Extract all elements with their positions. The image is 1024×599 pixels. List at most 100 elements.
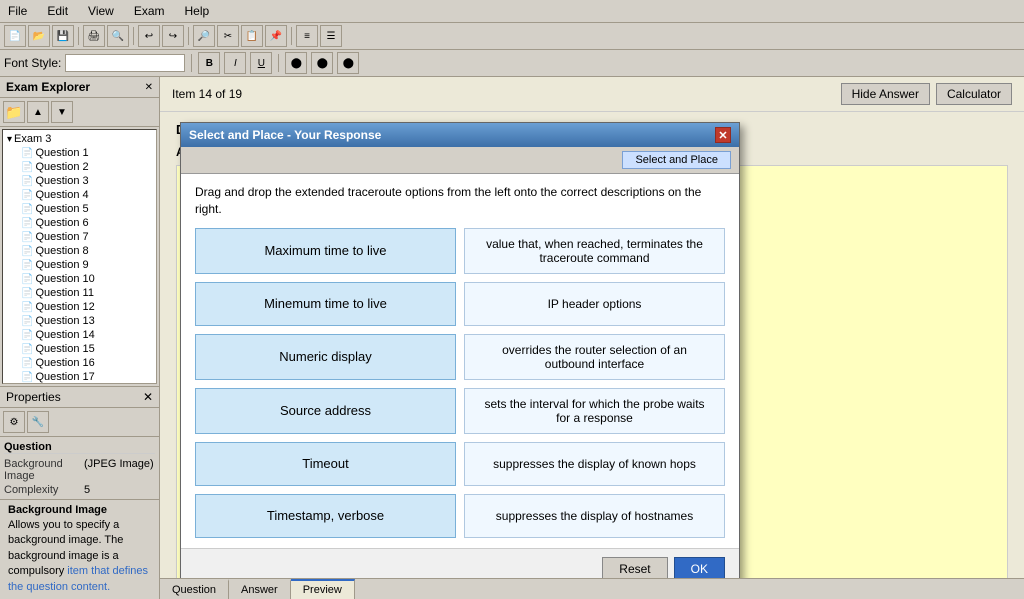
q2-icon: 📄	[21, 162, 33, 173]
menu-file[interactable]: File	[4, 2, 31, 20]
right-item-4[interactable]: suppresses the display of known hops	[464, 442, 725, 486]
tree-q9[interactable]: 📄Question 9	[19, 258, 154, 272]
tree-q2[interactable]: 📄Question 2	[19, 160, 154, 174]
dialog-body: Drag and drop the extended traceroute op…	[181, 174, 739, 548]
tree-q10[interactable]: 📄Question 10	[19, 272, 154, 286]
undo-btn[interactable]: ↩	[138, 25, 160, 47]
tree-q8[interactable]: 📄Question 8	[19, 244, 154, 258]
menu-view[interactable]: View	[84, 2, 118, 20]
calculator-btn[interactable]: Calculator	[936, 83, 1012, 105]
bottom-info-text: Allows you to specify a background image…	[8, 518, 151, 595]
left-item-3[interactable]: Source address	[195, 388, 456, 434]
tree-q17[interactable]: 📄Question 17	[19, 370, 154, 384]
tree-exam3[interactable]: ▾ Exam 3	[5, 132, 154, 146]
tree-q6[interactable]: 📄Question 6	[19, 216, 154, 230]
left-panel: Exam Explorer ✕ 📁 ▲ ▼ ▾ Exam 3 📄Question…	[0, 77, 160, 599]
exam-explorer-toolbar: 📁 ▲ ▼	[0, 98, 159, 127]
tree-q5[interactable]: 📄Question 5	[19, 202, 154, 216]
new-btn[interactable]: 📄	[4, 25, 26, 47]
properties-close[interactable]: ✕	[143, 390, 153, 404]
exam-explorer-close[interactable]: ✕	[145, 82, 153, 93]
tree-q16[interactable]: 📄Question 16	[19, 356, 154, 370]
q4-icon: 📄	[21, 190, 33, 201]
ok-btn[interactable]: OK	[674, 557, 725, 578]
menu-edit[interactable]: Edit	[43, 2, 72, 20]
bg-image-key: Background Image	[4, 458, 84, 482]
align-btn[interactable]: ≡	[296, 25, 318, 47]
dialog-toolbar: Select and Place	[181, 147, 739, 174]
tree-q7[interactable]: 📄Question 7	[19, 230, 154, 244]
right-item-2[interactable]: overrides the router selection of an out…	[464, 334, 725, 380]
right-item-0[interactable]: value that, when reached, terminates the…	[464, 228, 725, 274]
left-item-4[interactable]: Timeout	[195, 442, 456, 486]
q15-icon: 📄	[21, 344, 33, 355]
print-btn[interactable]: 🖨	[83, 25, 105, 47]
q5-icon: 📄	[21, 204, 33, 215]
props-background-image: Background Image (JPEG Image)	[4, 458, 155, 482]
explorer-btn1[interactable]: 📁	[3, 101, 25, 123]
tree-q1[interactable]: 📄Question 1	[19, 146, 154, 160]
tab-question[interactable]: Question	[160, 579, 229, 599]
redo-btn[interactable]: ↪	[162, 25, 184, 47]
underline-btn[interactable]: U	[250, 52, 272, 74]
hide-answer-btn[interactable]: Hide Answer	[841, 83, 930, 105]
dialog-titlebar: Select and Place - Your Response ✕	[181, 123, 739, 147]
tree-q12[interactable]: 📄Question 12	[19, 300, 154, 314]
props-btn2[interactable]: 🔧	[27, 411, 49, 433]
align-right-btn[interactable]: ⬤	[337, 52, 359, 74]
paste-btn[interactable]: 📌	[265, 25, 287, 47]
tab-answer[interactable]: Answer	[229, 579, 291, 599]
left-item-5[interactable]: Timestamp, verbose	[195, 494, 456, 538]
tree-q4[interactable]: 📄Question 4	[19, 188, 154, 202]
left-item-2[interactable]: Numeric display	[195, 334, 456, 380]
open-btn[interactable]: 📂	[28, 25, 50, 47]
q6-icon: 📄	[21, 218, 33, 229]
tree-q15[interactable]: 📄Question 15	[19, 342, 154, 356]
list-btn[interactable]: ☰	[320, 25, 342, 47]
tree-q3[interactable]: 📄Question 3	[19, 174, 154, 188]
exam-explorer-header: Exam Explorer ✕	[0, 77, 159, 98]
font-style-input[interactable]	[65, 54, 185, 72]
q14-icon: 📄	[21, 330, 33, 341]
reset-btn[interactable]: Reset	[602, 557, 667, 578]
q12-icon: 📄	[21, 302, 33, 313]
preview-btn[interactable]: 🔍	[107, 25, 129, 47]
align-center-btn[interactable]: ⬤	[311, 52, 333, 74]
dialog-close-btn[interactable]: ✕	[715, 127, 731, 143]
props-toolbar: ⚙ 🔧	[0, 408, 159, 437]
bg-image-val: (JPEG Image)	[84, 458, 154, 482]
right-item-3[interactable]: sets the interval for which the probe wa…	[464, 388, 725, 434]
left-item-0[interactable]: Maximum time to live	[195, 228, 456, 274]
q11-icon: 📄	[21, 288, 33, 299]
q3-label: Question 3	[35, 175, 88, 187]
q8-label: Question 8	[35, 245, 88, 257]
q6-label: Question 6	[35, 217, 88, 229]
tree-q14[interactable]: 📄Question 14	[19, 328, 154, 342]
props-btn1[interactable]: ⚙	[3, 411, 25, 433]
select-place-btn[interactable]: Select and Place	[622, 151, 731, 169]
sep5	[191, 54, 192, 72]
props-complexity: Complexity 5	[4, 484, 155, 496]
italic-btn[interactable]: I	[224, 52, 246, 74]
bottom-info: Background Image Allows you to specify a…	[0, 499, 159, 599]
left-item-1[interactable]: Minemum time to live	[195, 282, 456, 326]
menu-exam[interactable]: Exam	[130, 2, 169, 20]
properties-panel: Properties ✕ ⚙ 🔧 Question Background Ima…	[0, 387, 159, 599]
tree-q11[interactable]: 📄Question 11	[19, 286, 154, 300]
cut-btn[interactable]: ✂	[217, 25, 239, 47]
q13-label: Question 13	[35, 315, 94, 327]
complexity-val: 5	[84, 484, 90, 496]
explorer-btn3[interactable]: ▼	[51, 101, 73, 123]
copy-btn[interactable]: 📋	[241, 25, 263, 47]
right-item-1[interactable]: IP header options	[464, 282, 725, 326]
right-item-5[interactable]: suppresses the display of hostnames	[464, 494, 725, 538]
tab-preview[interactable]: Preview	[291, 579, 355, 599]
align-left-btn[interactable]: ⬤	[285, 52, 307, 74]
tree-q13[interactable]: 📄Question 13	[19, 314, 154, 328]
font-style-bar: Font Style: B I U ⬤ ⬤ ⬤	[0, 50, 1024, 77]
explorer-btn2[interactable]: ▲	[27, 101, 49, 123]
save-btn[interactable]: 💾	[52, 25, 74, 47]
bold-btn[interactable]: B	[198, 52, 220, 74]
find-btn[interactable]: 🔎	[193, 25, 215, 47]
menu-help[interactable]: Help	[181, 2, 214, 20]
